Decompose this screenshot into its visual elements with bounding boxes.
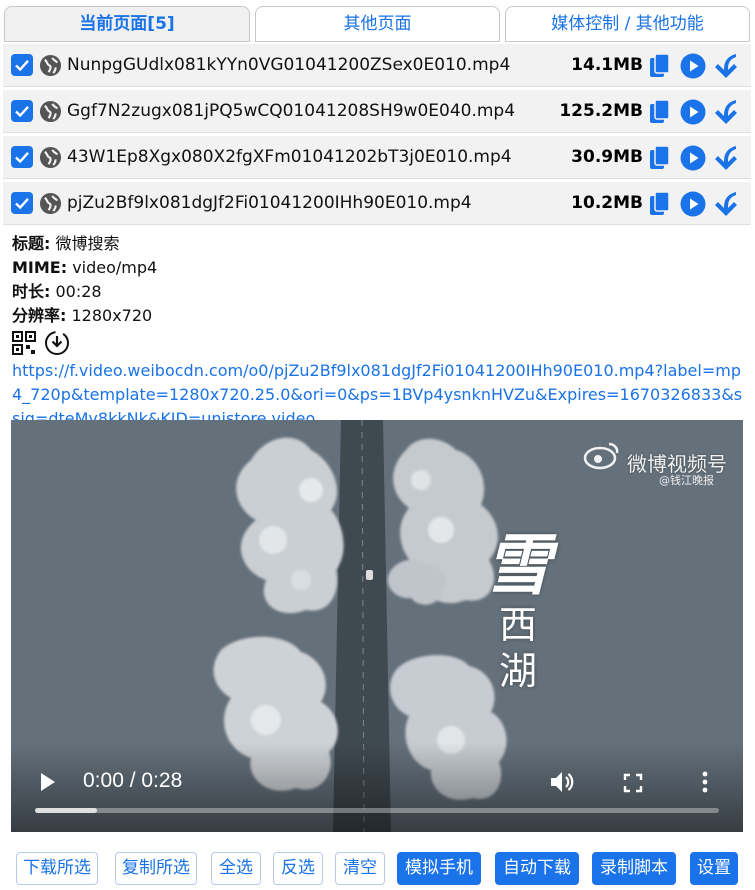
file-size: 125.2MB bbox=[559, 101, 643, 121]
file-name: Ggf7N2zugx081jPQ5wCQ01041208SH9w0E040.mp… bbox=[67, 101, 516, 121]
media-row: NunpgGUdlx081kYYn0VG01041200ZSex0E010.mp… bbox=[3, 42, 751, 87]
auto-download-button[interactable]: 自动下载 bbox=[495, 852, 579, 885]
more-options-icon[interactable] bbox=[701, 771, 709, 793]
download-selected-button[interactable]: 下载所选 bbox=[16, 852, 98, 885]
media-row: pjZu2Bf9lx081dgJf2Fi01041200IHh90E010.mp… bbox=[3, 180, 751, 225]
qrcode-icon[interactable] bbox=[12, 331, 36, 355]
detail-duration: 时长: 00:28 bbox=[12, 281, 744, 305]
media-detail: 标题: 微博搜索 MIME: video/mp4 时长: 00:28 分辨率: … bbox=[12, 233, 744, 431]
detail-duration-value: 00:28 bbox=[50, 282, 102, 301]
copy-icon[interactable] bbox=[649, 145, 671, 171]
file-size: 30.9MB bbox=[571, 147, 643, 167]
copy-icon[interactable] bbox=[649, 53, 671, 79]
detail-resolution: 分辨率: 1280x720 bbox=[12, 305, 744, 329]
copy-icon[interactable] bbox=[649, 99, 671, 125]
video-controls: 0:00 / 0:28 bbox=[11, 742, 743, 832]
download-arrow-icon[interactable] bbox=[711, 144, 739, 172]
action-bar: 下载所选 复制所选 全选 反选 清空 模拟手机 自动下载 录制脚本 设置 bbox=[0, 850, 755, 886]
tab-media-control[interactable]: 媒体控制 / 其他功能 bbox=[505, 6, 750, 42]
volume-icon[interactable] bbox=[549, 770, 575, 794]
file-size: 10.2MB bbox=[571, 193, 643, 213]
video-title-small: 西湖 bbox=[499, 603, 538, 693]
file-name: 43W1Ep8Xgx080X2fgXFm01041202bT3j0E010.mp… bbox=[67, 147, 512, 167]
play-icon[interactable] bbox=[680, 145, 706, 171]
select-checkbox[interactable] bbox=[11, 54, 33, 76]
settings-button[interactable]: 设置 bbox=[690, 852, 738, 885]
play-icon[interactable] bbox=[680, 99, 706, 125]
detail-title-value: 微博搜索 bbox=[50, 234, 120, 253]
file-name: NunpgGUdlx081kYYn0VG01041200ZSex0E010.mp… bbox=[67, 55, 511, 75]
globe-icon bbox=[39, 100, 62, 123]
download-arrow-icon[interactable] bbox=[711, 190, 739, 218]
record-script-button[interactable]: 录制脚本 bbox=[592, 852, 676, 885]
detail-duration-label: 时长: bbox=[12, 282, 51, 301]
video-progress-fill bbox=[35, 808, 97, 813]
download-arrow-icon[interactable] bbox=[711, 52, 739, 80]
video-player[interactable]: 微博视频号 @钱江晚报 雪 西湖 0:00 / 0:28 bbox=[11, 420, 743, 832]
media-row: Ggf7N2zugx081jPQ5wCQ01041208SH9w0E040.mp… bbox=[3, 88, 751, 133]
detail-title: 标题: 微博搜索 bbox=[12, 233, 744, 257]
copy-icon[interactable] bbox=[649, 191, 671, 217]
detail-mime-label: MIME: bbox=[12, 258, 68, 277]
select-checkbox[interactable] bbox=[11, 100, 33, 122]
video-play-icon[interactable] bbox=[39, 772, 57, 792]
detail-title-label: 标题: bbox=[12, 234, 51, 253]
media-list: NunpgGUdlx081kYYn0VG01041200ZSex0E010.mp… bbox=[3, 42, 751, 225]
detail-actions bbox=[12, 329, 744, 357]
invert-selection-button[interactable]: 反选 bbox=[273, 852, 323, 885]
tab-current-page[interactable]: 当前页面[5] bbox=[4, 6, 250, 42]
video-time: 0:00 / 0:28 bbox=[83, 769, 183, 792]
detail-mime-value: video/mp4 bbox=[67, 258, 158, 277]
file-name: pjZu2Bf9lx081dgJf2Fi01041200IHh90E010.mp… bbox=[67, 193, 472, 213]
play-icon[interactable] bbox=[680, 53, 706, 79]
video-progress-bar[interactable] bbox=[35, 808, 719, 813]
detail-resolution-label: 分辨率: bbox=[12, 306, 67, 325]
globe-icon bbox=[39, 54, 62, 77]
select-checkbox[interactable] bbox=[11, 146, 33, 168]
copy-selected-button[interactable]: 复制所选 bbox=[115, 852, 197, 885]
select-checkbox[interactable] bbox=[11, 192, 33, 214]
weibo-logo-icon bbox=[583, 442, 619, 470]
globe-icon bbox=[39, 192, 62, 215]
emulate-mobile-button[interactable]: 模拟手机 bbox=[397, 852, 481, 885]
detail-mime: MIME: video/mp4 bbox=[12, 257, 744, 281]
download-circle-icon[interactable] bbox=[44, 330, 70, 356]
fullscreen-icon[interactable] bbox=[623, 773, 643, 793]
detail-resolution-value: 1280x720 bbox=[66, 306, 153, 325]
play-icon[interactable] bbox=[680, 191, 706, 217]
tab-bar: 当前页面[5] 其他页面 媒体控制 / 其他功能 bbox=[2, 4, 752, 42]
media-row: 43W1Ep8Xgx080X2fgXFm01041202bT3j0E010.mp… bbox=[3, 134, 751, 179]
download-arrow-icon[interactable] bbox=[711, 98, 739, 126]
video-watermark-sub: @钱江晚报 bbox=[659, 474, 714, 487]
video-title-big: 雪 bbox=[485, 526, 551, 604]
globe-icon bbox=[39, 146, 62, 169]
select-all-button[interactable]: 全选 bbox=[211, 852, 261, 885]
clear-button[interactable]: 清空 bbox=[335, 852, 385, 885]
tab-other-pages[interactable]: 其他页面 bbox=[255, 6, 500, 42]
file-size: 14.1MB bbox=[571, 55, 643, 75]
